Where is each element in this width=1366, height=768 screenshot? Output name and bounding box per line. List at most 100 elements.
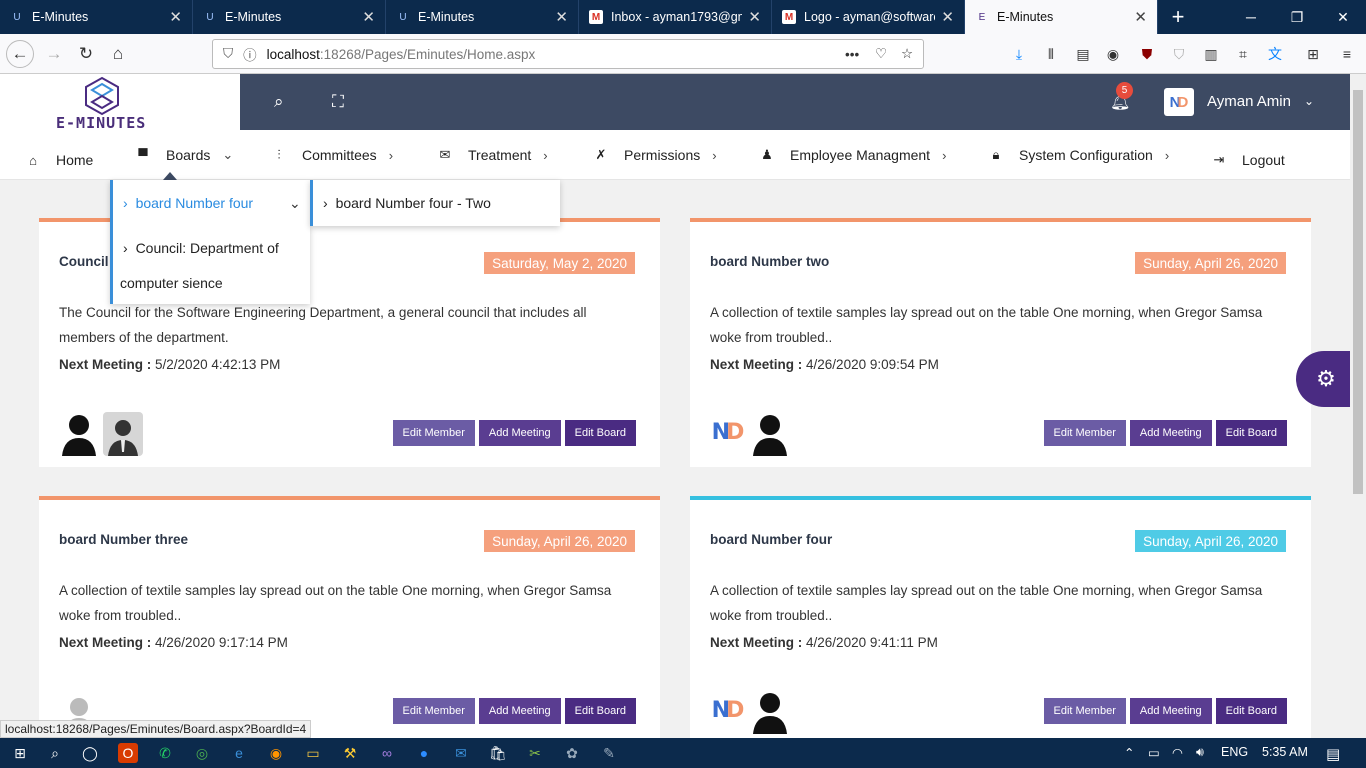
- office-icon[interactable]: O: [118, 743, 138, 763]
- reload-icon[interactable]: ↻: [72, 40, 100, 68]
- browser-tab[interactable]: U E-Minutes ✕: [386, 0, 579, 34]
- edit-member-button[interactable]: Edit Member: [392, 420, 475, 446]
- search-icon[interactable]: ⌕: [274, 92, 284, 112]
- board-card[interactable]: board Number four Sunday, April 26, 2020…: [690, 496, 1311, 738]
- add-meeting-button[interactable]: Add Meeting: [1129, 698, 1212, 724]
- edit-member-button[interactable]: Edit Member: [1043, 698, 1126, 724]
- wifi-icon[interactable]: ◠: [1172, 745, 1183, 760]
- dropdown-item-council-line2[interactable]: computer sience: [120, 275, 223, 291]
- edge-icon[interactable]: e: [229, 743, 249, 763]
- close-tab-icon[interactable]: ✕: [555, 8, 568, 26]
- sidebar-icon[interactable]: ▤: [1072, 44, 1094, 64]
- card-title[interactable]: board Number three: [59, 532, 188, 547]
- chevron-down-icon[interactable]: ⌄: [1304, 94, 1314, 108]
- chevron-up-icon[interactable]: ⌃: [1124, 745, 1134, 760]
- library-icon[interactable]: ⫴: [1040, 44, 1062, 64]
- dropdown-item-board-four[interactable]: › board Number four ⌄: [123, 195, 301, 211]
- card-title[interactable]: board Number four: [710, 532, 832, 547]
- close-window-icon[interactable]: ✕: [1320, 0, 1366, 34]
- menu-icon[interactable]: ≡: [1336, 44, 1358, 64]
- download-icon[interactable]: ⤓: [1008, 44, 1030, 64]
- file-explorer-icon[interactable]: ▭: [303, 743, 323, 763]
- browser-tab[interactable]: U E-Minutes ✕: [0, 0, 193, 34]
- dropdown-item-council[interactable]: › Council: Department of: [123, 240, 279, 256]
- page-scrollbar[interactable]: [1350, 74, 1366, 738]
- volume-icon[interactable]: 🔊︎: [1196, 745, 1204, 760]
- edit-member-button[interactable]: Edit Member: [392, 698, 475, 724]
- close-tab-icon[interactable]: ✕: [362, 8, 375, 26]
- edit-board-button[interactable]: Edit Board: [564, 698, 636, 724]
- fullscreen-icon[interactable]: ⛶: [332, 92, 344, 112]
- settings-gear-button[interactable]: ⚙: [1296, 351, 1356, 407]
- home-icon[interactable]: ⌂: [104, 40, 132, 68]
- menu-logout[interactable]: ⇥ Logout: [1210, 135, 1285, 185]
- card-title[interactable]: Council: [59, 254, 109, 269]
- pocket-icon[interactable]: ♡: [875, 46, 887, 62]
- tools-icon[interactable]: ⚒: [340, 743, 360, 763]
- chrome-icon[interactable]: ◎: [192, 743, 212, 763]
- paint-icon[interactable]: ✿: [562, 743, 582, 763]
- member-nd-logo-icon[interactable]: ND: [710, 412, 746, 452]
- menu-system-config[interactable]: 🔒︎ System Configuration ›: [987, 130, 1170, 180]
- whatsapp-icon[interactable]: ✆: [155, 743, 175, 763]
- add-meeting-button[interactable]: Add Meeting: [1129, 420, 1212, 446]
- menu-committees[interactable]: ⫶ Committees ›: [270, 130, 393, 180]
- extensions-icon[interactable]: ⊞: [1302, 44, 1324, 64]
- member-silhouette-icon[interactable]: [750, 690, 790, 734]
- member-nd-logo-icon[interactable]: ND: [710, 690, 746, 730]
- member-silhouette-icon[interactable]: [59, 412, 99, 456]
- firefox-icon[interactable]: ◉: [266, 743, 286, 763]
- edit-board-button[interactable]: Edit Board: [1215, 420, 1287, 446]
- action-center-icon[interactable]: ▤: [1326, 745, 1340, 763]
- dropdown-subitem[interactable]: › board Number four - Two: [323, 195, 491, 211]
- browser-tab-active[interactable]: E E-Minutes ✕: [965, 0, 1158, 34]
- board-card[interactable]: board Number two Sunday, April 26, 2020 …: [690, 218, 1311, 467]
- barcode-icon[interactable]: ▥: [1200, 44, 1222, 64]
- extension-icon[interactable]: ⛉: [1168, 44, 1190, 64]
- clock[interactable]: 5:35 AM: [1262, 745, 1308, 759]
- new-tab-button[interactable]: +: [1158, 0, 1198, 34]
- browser-tab[interactable]: M Logo - ayman@software ✕: [772, 0, 965, 34]
- member-silhouette-icon[interactable]: [750, 412, 790, 456]
- more-icon[interactable]: •••: [845, 47, 859, 62]
- search-icon[interactable]: ⌕: [45, 743, 65, 763]
- forward-icon[interactable]: →: [40, 40, 68, 68]
- url-bar[interactable]: ⛉ ⓘ localhost:18268/Pages/Eminutes/Home.…: [212, 39, 924, 69]
- language-indicator[interactable]: ENG: [1221, 745, 1248, 759]
- browser-tab[interactable]: M Inbox - ayman1793@gm ✕: [579, 0, 772, 34]
- avatar[interactable]: ND: [1164, 88, 1194, 116]
- windows-start-icon[interactable]: ⊞: [10, 743, 30, 763]
- menu-home[interactable]: ⌂ Home: [24, 135, 93, 185]
- add-meeting-button[interactable]: Add Meeting: [478, 698, 561, 724]
- zoom-icon[interactable]: ●: [414, 743, 434, 763]
- menu-treatment[interactable]: ✉ Treatment ›: [436, 130, 548, 180]
- task-view-icon[interactable]: ◯: [80, 743, 100, 763]
- account-icon[interactable]: ◉: [1102, 44, 1124, 64]
- mail-icon[interactable]: ✉: [451, 743, 471, 763]
- board-card[interactable]: board Number three Sunday, April 26, 202…: [39, 496, 660, 738]
- battery-icon[interactable]: ▭: [1148, 745, 1160, 760]
- crop-icon[interactable]: ⌗: [1232, 44, 1254, 64]
- edit-board-button[interactable]: Edit Board: [1215, 698, 1287, 724]
- scrollbar-thumb[interactable]: [1353, 90, 1363, 494]
- store-icon[interactable]: 🛍︎: [488, 743, 508, 763]
- menu-permissions[interactable]: ✗ Permissions ›: [592, 130, 717, 180]
- restore-icon[interactable]: ❐: [1274, 0, 1320, 34]
- ublock-icon[interactable]: ⛊: [1136, 44, 1158, 64]
- menu-boards[interactable]: ▀ Boards ⌄: [134, 130, 233, 180]
- member-businessman-icon[interactable]: [103, 412, 143, 456]
- card-title[interactable]: board Number two: [710, 254, 829, 269]
- close-tab-icon[interactable]: ✕: [169, 8, 182, 26]
- browser-tab[interactable]: U E-Minutes ✕: [193, 0, 386, 34]
- snip-icon[interactable]: ✂: [525, 743, 545, 763]
- close-tab-icon[interactable]: ✕: [1134, 8, 1147, 26]
- app-icon[interactable]: ✎: [599, 743, 619, 763]
- close-tab-icon[interactable]: ✕: [941, 8, 954, 26]
- user-name[interactable]: Ayman Amin: [1207, 93, 1291, 110]
- translate-icon[interactable]: 文: [1264, 44, 1286, 64]
- star-icon[interactable]: ☆: [901, 46, 913, 62]
- close-tab-icon[interactable]: ✕: [748, 8, 761, 26]
- visual-studio-icon[interactable]: ∞: [377, 743, 397, 763]
- edit-board-button[interactable]: Edit Board: [564, 420, 636, 446]
- edit-member-button[interactable]: Edit Member: [1043, 420, 1126, 446]
